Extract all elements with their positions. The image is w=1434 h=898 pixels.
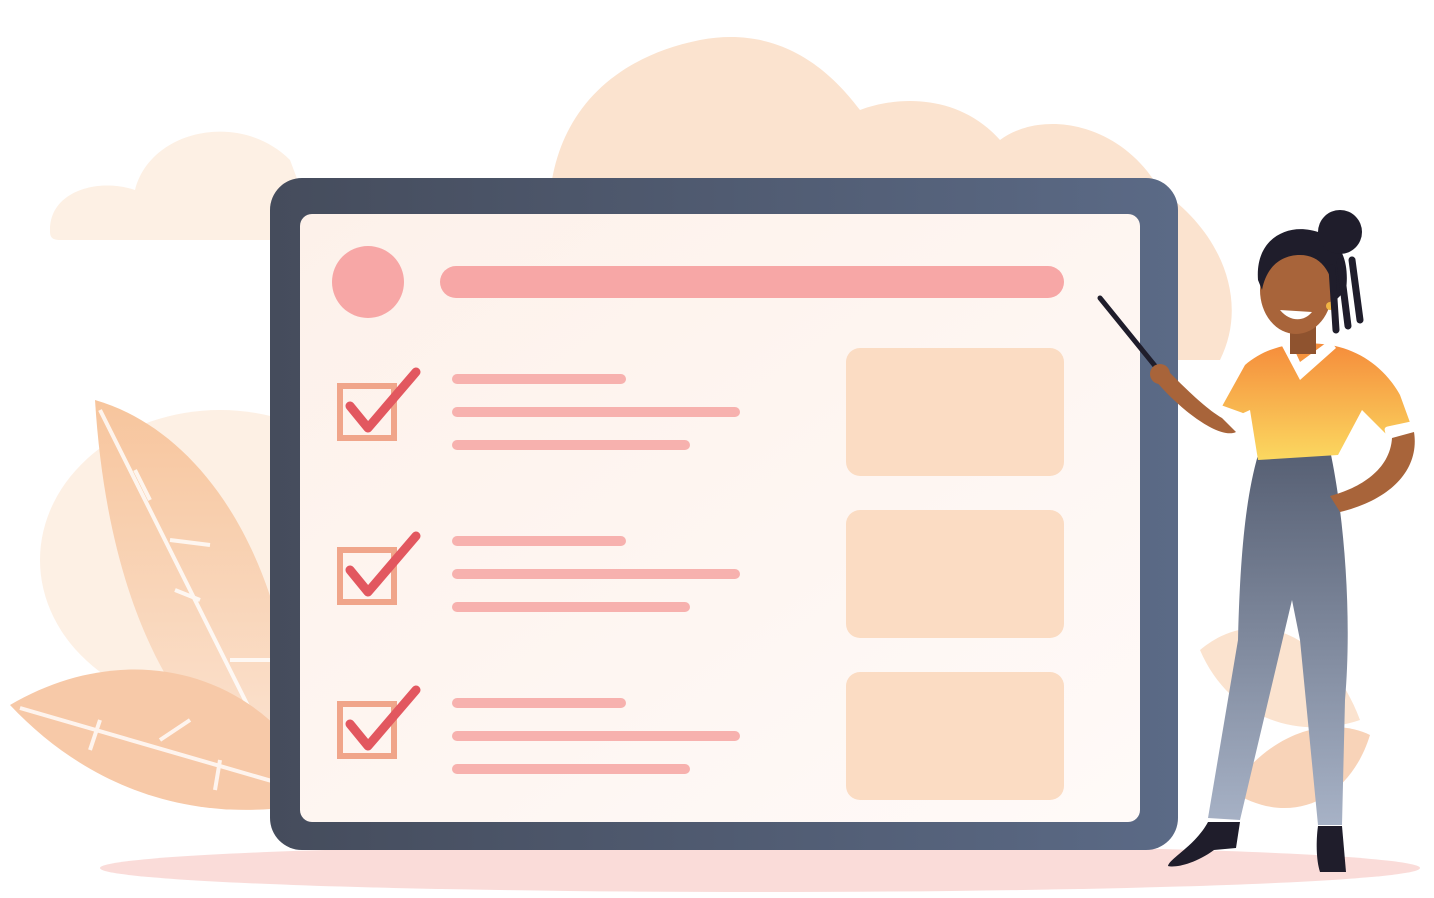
floor-shadow xyxy=(100,844,1420,892)
text-line xyxy=(452,440,690,450)
header-bar xyxy=(440,266,1064,298)
hair-bun xyxy=(1318,210,1362,254)
text-line xyxy=(452,536,626,546)
content-card xyxy=(846,348,1064,476)
content-card xyxy=(846,510,1064,638)
text-line xyxy=(452,764,690,774)
hand-raised xyxy=(1150,364,1170,384)
profile-avatar xyxy=(332,246,404,318)
shoe-right xyxy=(1316,826,1346,872)
text-line xyxy=(452,569,740,579)
text-line xyxy=(452,374,626,384)
content-card xyxy=(846,672,1064,800)
checklist-illustration xyxy=(10,37,1420,892)
tablet xyxy=(270,178,1178,850)
text-line xyxy=(452,698,626,708)
text-line xyxy=(452,407,740,417)
text-line xyxy=(452,731,740,741)
text-line xyxy=(452,602,690,612)
